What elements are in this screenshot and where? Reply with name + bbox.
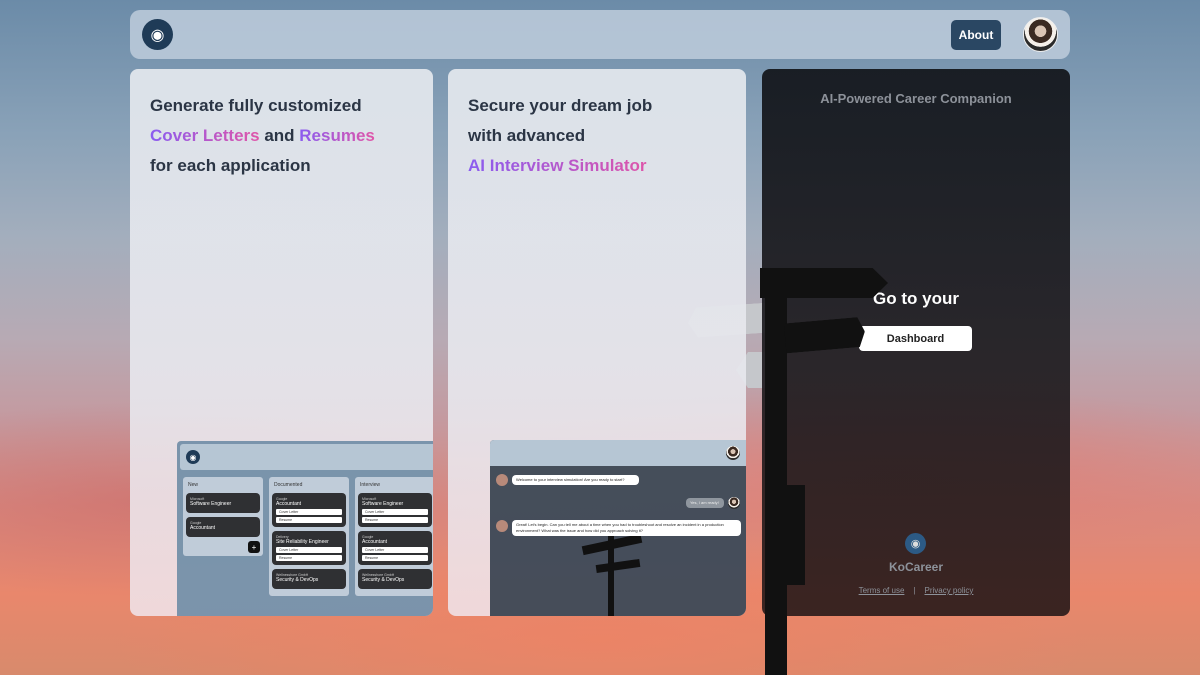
board-preview-screenshot: ◉ New Microsoft Software Engineer Google… (177, 441, 433, 616)
user-avatar (728, 497, 740, 509)
link-separator: | (913, 586, 916, 595)
document-chip: Cover Letter (276, 509, 342, 515)
bot-message: Great! Let's begin. Can you tell me abou… (512, 520, 741, 536)
cover-letters-headline: Generate fully customized Cover Letters … (150, 91, 375, 181)
add-job-icon: + (248, 541, 260, 553)
cover-letters-highlight: Cover Letters (150, 126, 260, 145)
job-card: Microsoft Software Engineer (186, 493, 260, 513)
job-title: Software Engineer (362, 501, 404, 507)
bot-avatar (496, 520, 508, 532)
interview-simulator-card: Secure your dream job with advanced AI I… (448, 69, 746, 616)
board-column-interview: Interview Microsoft Software Engineer Co… (355, 477, 433, 596)
preview-navbar (490, 440, 746, 466)
user-avatar (726, 446, 740, 460)
signpost-arm (760, 268, 888, 298)
signpost-post (765, 268, 787, 675)
job-card: Wellnesshore GmbH Security & DevOps (272, 569, 346, 589)
headline-line: Generate fully customized (150, 96, 362, 115)
document-chip: Resume (362, 555, 428, 561)
chat-preview-screenshot: Welcome to your interview simulation! Ar… (490, 440, 746, 616)
about-button[interactable]: About (951, 19, 1001, 50)
document-chip: Cover Letter (362, 547, 428, 553)
job-card: Google Accountant (186, 517, 260, 537)
tie-logo-icon[interactable]: ◉ (142, 19, 173, 50)
column-title: Documented (274, 482, 303, 488)
cover-letters-card: Generate fully customized Cover Letters … (130, 69, 433, 616)
connector-text: and (259, 126, 300, 145)
job-title: Site Reliability Engineer (276, 539, 329, 545)
job-card: Delivery Site Reliability Engineer Cover… (272, 531, 346, 565)
job-title: Security & DevOps (276, 577, 319, 583)
job-title: Accountant (362, 539, 388, 545)
top-navbar: ◉ About (130, 10, 1070, 59)
brand-name: KoCareer (888, 560, 944, 574)
user-message: Yes, I am ready! (686, 498, 724, 508)
headline-line: with advanced (468, 126, 586, 145)
job-card: Wellnesshore GmbH Security & DevOps (358, 569, 432, 589)
terms-of-use-link[interactable]: Terms of use (859, 586, 905, 595)
job-card: Google Accountant Cover Letter Resume (272, 493, 346, 527)
headline-line: Secure your dream job (468, 96, 653, 115)
preview-navbar: ◉ (180, 444, 433, 470)
privacy-policy-link[interactable]: Privacy policy (924, 586, 973, 595)
document-chip: Cover Letter (362, 509, 428, 515)
document-chip: Cover Letter (276, 547, 342, 553)
footer-links: Terms of use | Privacy policy (762, 586, 1070, 595)
bot-message: Welcome to your interview simulation! Ar… (512, 475, 639, 485)
job-title: Software Engineer (190, 501, 232, 507)
bot-avatar (496, 474, 508, 486)
tie-logo-icon: ◉ (905, 533, 926, 554)
tie-logo-icon: ◉ (186, 450, 200, 464)
signpost-arm (595, 558, 641, 574)
document-chip: Resume (276, 555, 342, 561)
ai-interview-highlight: AI Interview Simulator (468, 151, 652, 181)
document-chip: Resume (362, 517, 428, 523)
board-column-new: New Microsoft Software Engineer Google A… (183, 477, 263, 556)
job-card: Microsoft Software Engineer Cover Letter… (358, 493, 432, 527)
interview-headline: Secure your dream job with advanced AI I… (468, 91, 652, 181)
job-title: Security & DevOps (362, 577, 405, 583)
job-title: Accountant (190, 525, 216, 531)
headline-line: for each application (150, 156, 311, 175)
dashboard-button[interactable]: Dashboard (859, 326, 972, 351)
tagline: AI-Powered Career Companion (820, 91, 1012, 106)
column-title: Interview (360, 482, 381, 488)
column-title: New (188, 482, 199, 488)
headline-line: Cover Letters and Resumes (150, 121, 375, 151)
document-chip: Resume (276, 517, 342, 523)
job-title: Accountant (276, 501, 302, 507)
user-avatar[interactable] (1023, 17, 1058, 52)
job-card: Google Accountant Cover Letter Resume (358, 531, 432, 565)
resumes-highlight: Resumes (299, 126, 375, 145)
signpost-box (787, 485, 805, 585)
board-column-documented: Documented Google Accountant Cover Lette… (269, 477, 349, 596)
